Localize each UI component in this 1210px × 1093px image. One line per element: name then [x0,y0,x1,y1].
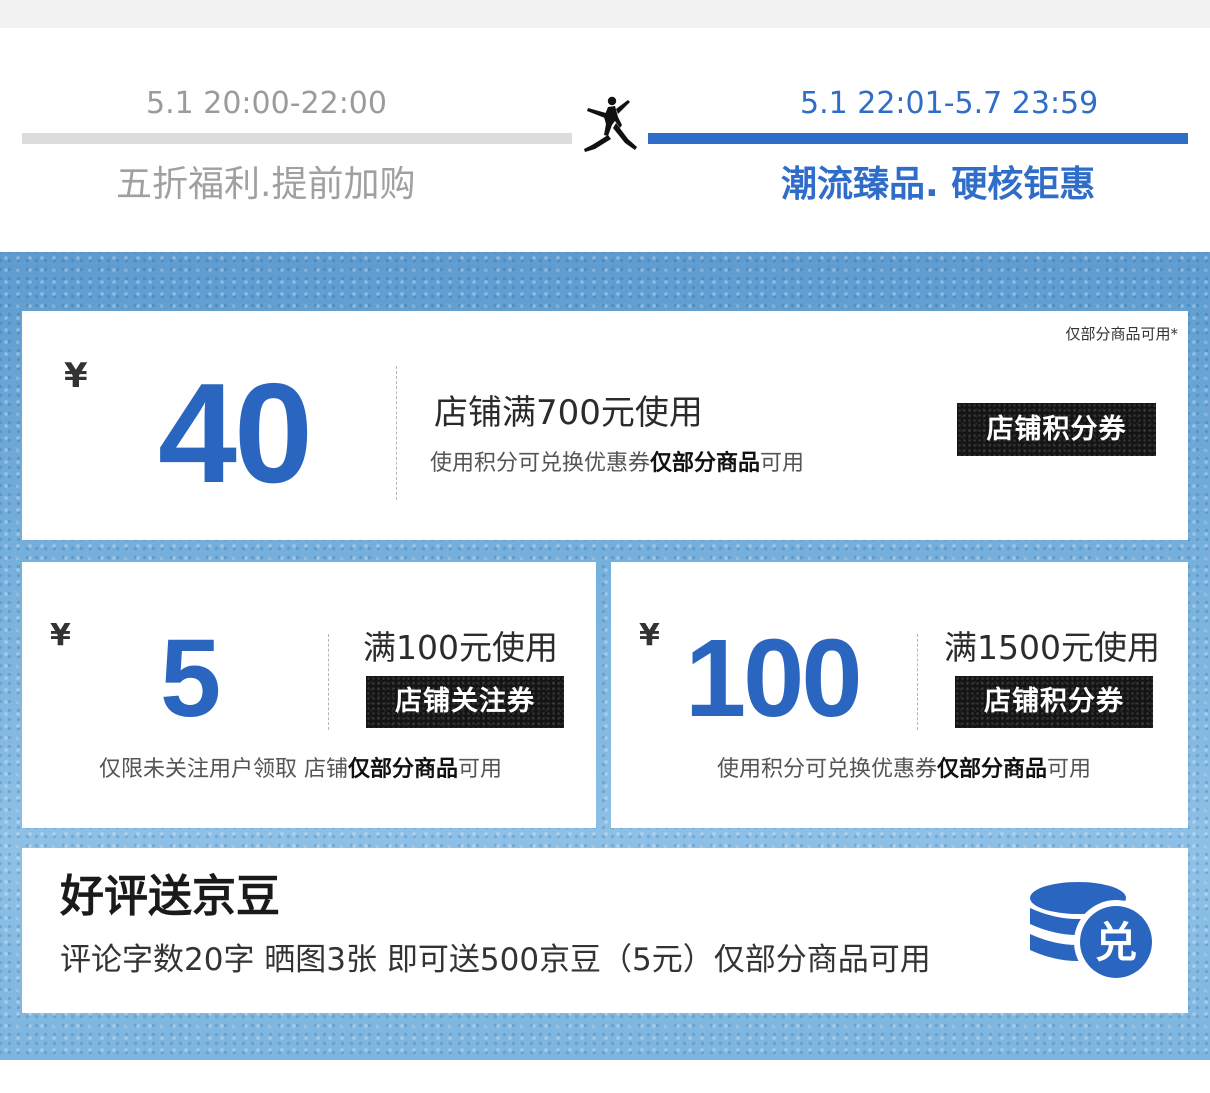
note-prefix: 使用积分可兑换优惠券 [430,451,651,476]
review-reward-card[interactable]: 好评送京豆 评论字数20字 晒图3张 即可送500京豆（5元）仅部分商品可用 兑 [22,848,1188,1013]
jumpman-logo-icon [584,96,637,152]
corner-note: 仅部分商品可用* [1065,325,1178,343]
jingdou-coin-exchange-icon: 兑 [1030,882,1154,984]
coupon-badge[interactable]: 店铺积分券 [957,403,1156,456]
coupon-card-40[interactable]: 仅部分商品可用* ¥ 40 店铺满700元使用 使用积分可兑换优惠券仅部分商品可… [22,311,1188,540]
phase1-title: 五折福利.提前加购 [116,164,416,205]
note-bold: 仅部分商品 [650,451,761,476]
coupon-amount: 5 [160,617,221,740]
phase2-date: 5.1 22:01-5.7 23:59 [800,86,1099,121]
coupon-condition: 店铺满700元使用 [434,393,703,433]
coupon-note: 使用积分可兑换优惠券仅部分商品可用 [430,449,804,479]
coupon-badge[interactable]: 店铺积分券 [955,676,1153,728]
coupon-badge[interactable]: 店铺关注券 [366,676,564,728]
divider [328,634,329,730]
top-band [0,0,1210,28]
coupon-amount: 100 [685,617,863,740]
coupon-note: 使用积分可兑换优惠券仅部分商品可用 [717,755,1091,785]
phase2-progress-bar [648,133,1188,144]
note-suffix: 可用 [458,757,503,782]
divider [917,634,918,730]
divider [396,366,397,500]
currency-symbol: ¥ [50,618,71,653]
coupon-condition: 满100元使用 [363,628,558,667]
coupon-note: 仅限未关注用户领取 店铺仅部分商品可用 [99,755,502,785]
note-bold: 仅部分商品 [348,757,459,782]
coupon-card-5[interactable]: ¥ 5 满100元使用 店铺关注券 仅限未关注用户领取 店铺仅部分商品可用 [22,562,596,828]
coupon-card-100[interactable]: ¥ 100 满1500元使用 店铺积分券 使用积分可兑换优惠券仅部分商品可用 [611,562,1188,828]
note-suffix: 可用 [1047,757,1092,782]
phase1-progress-bar [22,133,572,144]
note-prefix: 使用积分可兑换优惠券 [717,757,938,782]
phase1-date: 5.1 20:00-22:00 [146,86,387,121]
note-bold: 仅部分商品 [937,757,1048,782]
currency-symbol: ¥ [64,356,88,396]
currency-symbol: ¥ [639,618,660,653]
exchange-icon-label: 兑 [1095,918,1137,967]
review-reward-title: 好评送京豆 [60,871,280,922]
coupon-amount: 40 [158,354,313,513]
note-suffix: 可用 [760,451,805,476]
note-prefix: 仅限未关注用户领取 店铺 [99,757,348,782]
review-reward-description: 评论字数20字 晒图3张 即可送500京豆（5元）仅部分商品可用 [60,942,931,978]
coupon-condition: 满1500元使用 [944,628,1160,667]
phase2-title: 潮流臻品. 硬核钜惠 [781,164,1096,205]
